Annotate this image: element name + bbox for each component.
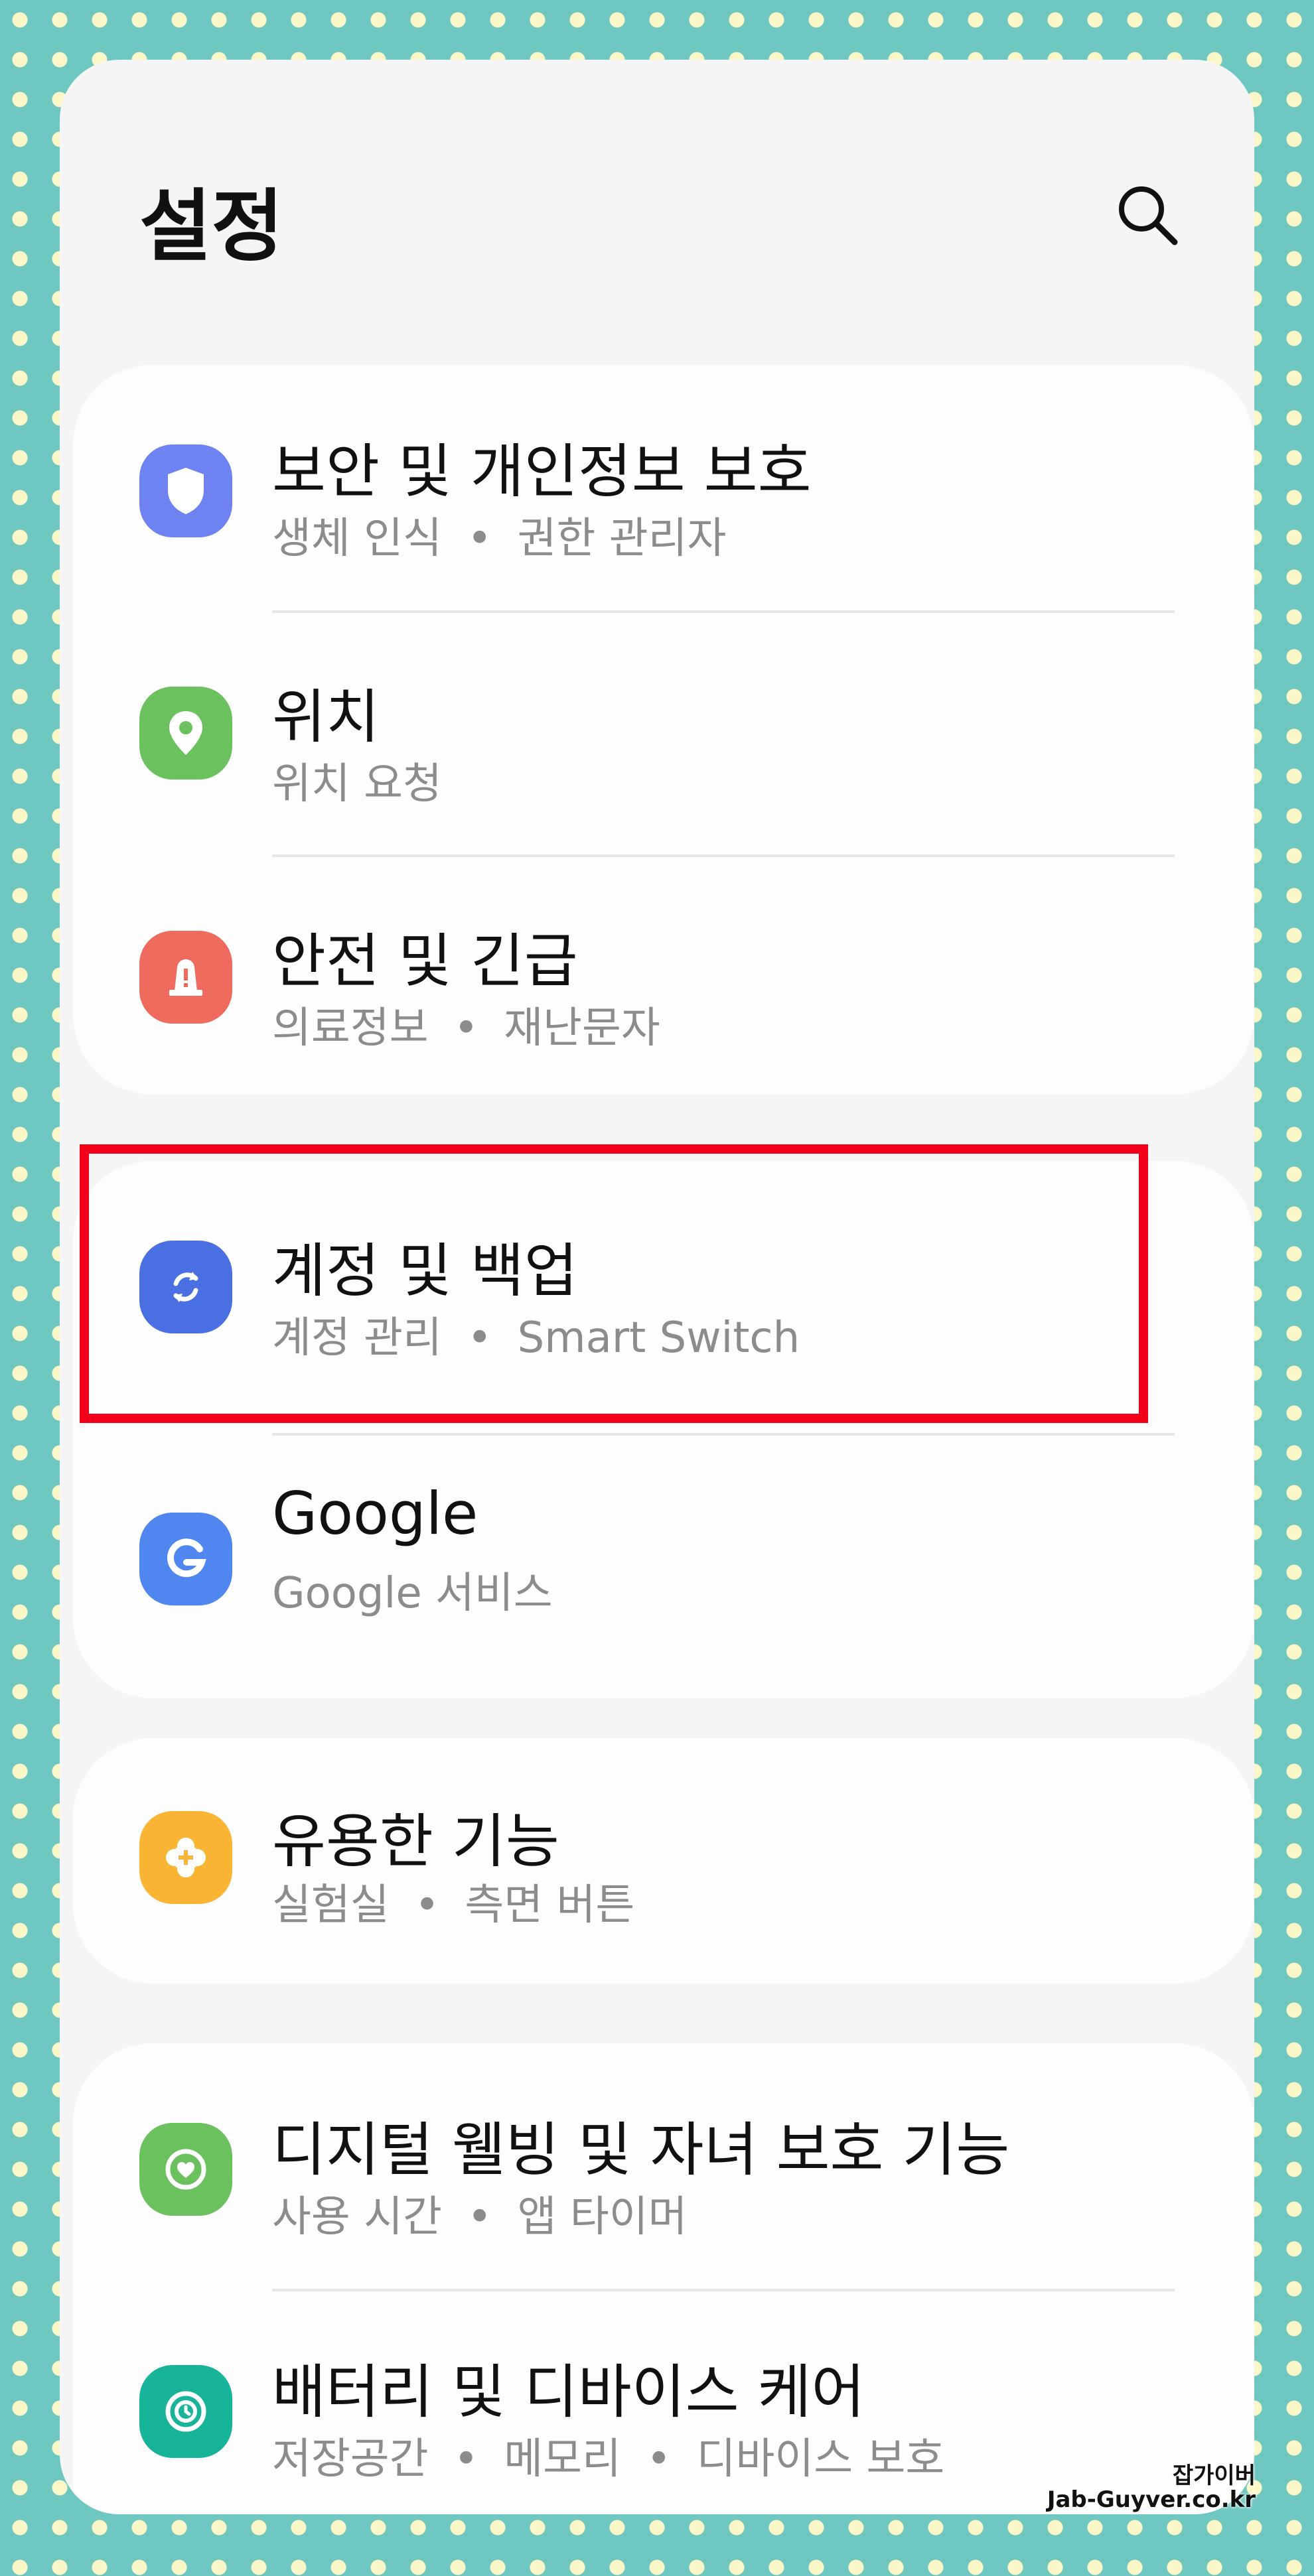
item-subtitle: 저장공간 • 메모리 • 디바이스 보호	[272, 2435, 945, 2484]
search-button[interactable]	[1108, 176, 1188, 255]
header: 설정	[60, 60, 1254, 292]
watermark-line: Jab-Guyver.co.kr	[1047, 2486, 1256, 2513]
search-icon	[1119, 186, 1178, 245]
item-title: 유용한 기능	[272, 1807, 559, 1875]
location-pin-icon	[139, 687, 232, 780]
watermark: 잡가이버 Jab-Guyver.co.kr	[1047, 2463, 1256, 2513]
item-subtitle: Google 서비스	[272, 1559, 553, 1620]
watermark-line: 잡가이버	[1172, 2463, 1256, 2489]
google-icon	[139, 1513, 232, 1605]
item-title: 안전 및 긴급	[272, 927, 578, 995]
subtitle-part: 위치 요청	[272, 760, 442, 809]
item-title: 보안 및 개인정보 보호	[272, 437, 812, 506]
subtitle-part: 저장공간	[272, 2435, 429, 2484]
subtitle-part: 실험실	[272, 1881, 390, 1930]
page-title: 설정	[139, 180, 284, 272]
settings-item-safety-emergency[interactable]: 안전 및 긴급 의료정보 • 재난문자	[73, 854, 1254, 1097]
wellbeing-heart-icon	[139, 2123, 232, 2216]
subtitle-part: Google 서비스	[272, 1569, 553, 1618]
item-subtitle: 실험실 • 측면 버튼	[272, 1881, 635, 1930]
subtitle-part: 측면 버튼	[465, 1881, 635, 1930]
item-subtitle: 생체 인식 • 권한 관리자	[272, 514, 727, 563]
settings-item-digital-wellbeing[interactable]: 디지털 웰빙 및 자녀 보호 기능 사용 시간 • 앱 타이머	[73, 2043, 1254, 2286]
settings-item-security-privacy[interactable]: 보안 및 개인정보 보호 생체 인식 • 권한 관리자	[73, 365, 1254, 608]
item-subtitle: 의료정보 • 재난문자	[272, 1004, 660, 1053]
settings-item-advanced-features[interactable]: 유용한 기능 실험실 • 측면 버튼	[73, 1738, 1254, 1981]
device-care-icon	[139, 2365, 232, 2458]
subtitle-part: 사용 시간	[272, 2193, 442, 2242]
settings-card-wellbeing: 디지털 웰빙 및 자녀 보호 기능 사용 시간 • 앱 타이머 배터리 및 디바이스…	[73, 2043, 1254, 2514]
subtitle-part: 권한 관리자	[517, 514, 727, 563]
subtitle-part: 디바이스 보호	[696, 2435, 945, 2484]
settings-item-google[interactable]: Google Google 서비스	[73, 1433, 1254, 1676]
emergency-siren-icon	[139, 931, 232, 1024]
item-title: 디지털 웰빙 및 자녀 보호 기능	[272, 2116, 1010, 2184]
item-title: 배터리 및 디바이스 케어	[272, 2358, 865, 2426]
subtitle-part: 생체 인식	[272, 514, 442, 563]
puzzle-plus-icon	[139, 1811, 232, 1904]
subtitle-part: 의료정보	[272, 1004, 429, 1053]
item-subtitle: 사용 시간 • 앱 타이머	[272, 2193, 688, 2242]
subtitle-part: 메모리	[504, 2435, 621, 2484]
subtitle-part: 앱 타이머	[517, 2193, 688, 2242]
settings-card-privacy: 보안 및 개인정보 보호 생체 인식 • 권한 관리자 위치 위치 요청 안전 및 …	[73, 365, 1254, 1095]
item-title: 위치	[272, 683, 380, 751]
item-title: Google	[272, 1479, 478, 1548]
settings-card-advanced: 유용한 기능 실험실 • 측면 버튼	[73, 1738, 1254, 1984]
settings-item-location[interactable]: 위치 위치 요청	[73, 610, 1254, 853]
highlight-box	[80, 1144, 1148, 1423]
shield-icon	[139, 444, 232, 537]
item-subtitle: 위치 요청	[272, 750, 442, 811]
subtitle-part: 재난문자	[504, 1004, 660, 1053]
